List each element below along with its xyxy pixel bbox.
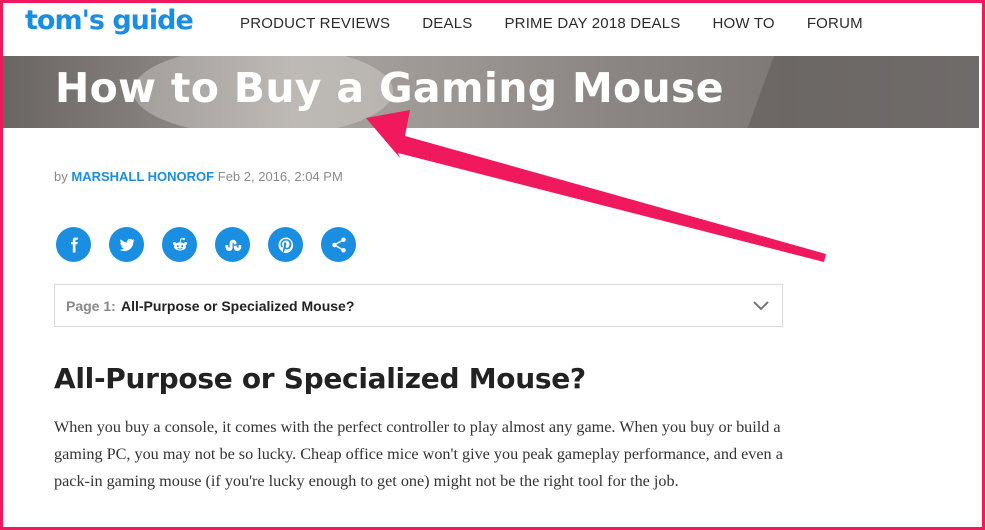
stumbleupon-icon bbox=[225, 239, 241, 251]
facebook-share-button[interactable] bbox=[56, 227, 91, 262]
article-paragraph: When you buy a console, it comes with th… bbox=[54, 418, 783, 490]
chevron-down-icon bbox=[753, 301, 769, 311]
nav-forum[interactable]: FORUM bbox=[807, 15, 863, 32]
top-navigation: tom's guide PRODUCT REVIEWS DEALS PRIME … bbox=[3, 3, 979, 56]
page-number-label: Page 1: bbox=[66, 298, 116, 314]
nav-prime-day-deals[interactable]: PRIME DAY 2018 DEALS bbox=[504, 15, 680, 32]
reddit-icon bbox=[172, 237, 187, 251]
nav-product-reviews[interactable]: PRODUCT REVIEWS bbox=[240, 15, 390, 32]
twitter-icon bbox=[119, 238, 135, 251]
reddit-share-button[interactable] bbox=[162, 227, 197, 262]
share-icon bbox=[331, 237, 346, 252]
hero-banner: How to Buy a Gaming Mouse bbox=[3, 56, 979, 128]
article-title: How to Buy a Gaming Mouse bbox=[55, 64, 724, 112]
pinterest-share-button[interactable] bbox=[268, 227, 303, 262]
publish-date: Feb 2, 2016, 2:04 PM bbox=[217, 169, 343, 184]
main-nav: PRODUCT REVIEWS DEALS PRIME DAY 2018 DEA… bbox=[240, 15, 863, 32]
facebook-icon bbox=[70, 237, 78, 252]
section-heading: All-Purpose or Specialized Mouse? bbox=[54, 362, 586, 395]
stumbleupon-share-button[interactable] bbox=[215, 227, 250, 262]
share-bar bbox=[56, 227, 356, 262]
byline: by MARSHALL HONOROF Feb 2, 2016, 2:04 PM bbox=[54, 169, 343, 184]
author-link[interactable]: MARSHALL HONOROF bbox=[71, 169, 214, 184]
nav-deals[interactable]: DEALS bbox=[422, 15, 472, 32]
more-share-button[interactable] bbox=[321, 227, 356, 262]
pinterest-icon bbox=[278, 237, 293, 253]
hero-background-shape bbox=[741, 56, 979, 128]
page-selector-dropdown[interactable]: Page 1: All-Purpose or Specialized Mouse… bbox=[54, 284, 783, 327]
byline-prefix: by bbox=[54, 169, 68, 184]
page-selector-value: All-Purpose or Specialized Mouse? bbox=[121, 298, 355, 314]
nav-how-to[interactable]: HOW TO bbox=[712, 15, 774, 32]
site-logo[interactable]: tom's guide bbox=[25, 5, 194, 36]
twitter-share-button[interactable] bbox=[109, 227, 144, 262]
